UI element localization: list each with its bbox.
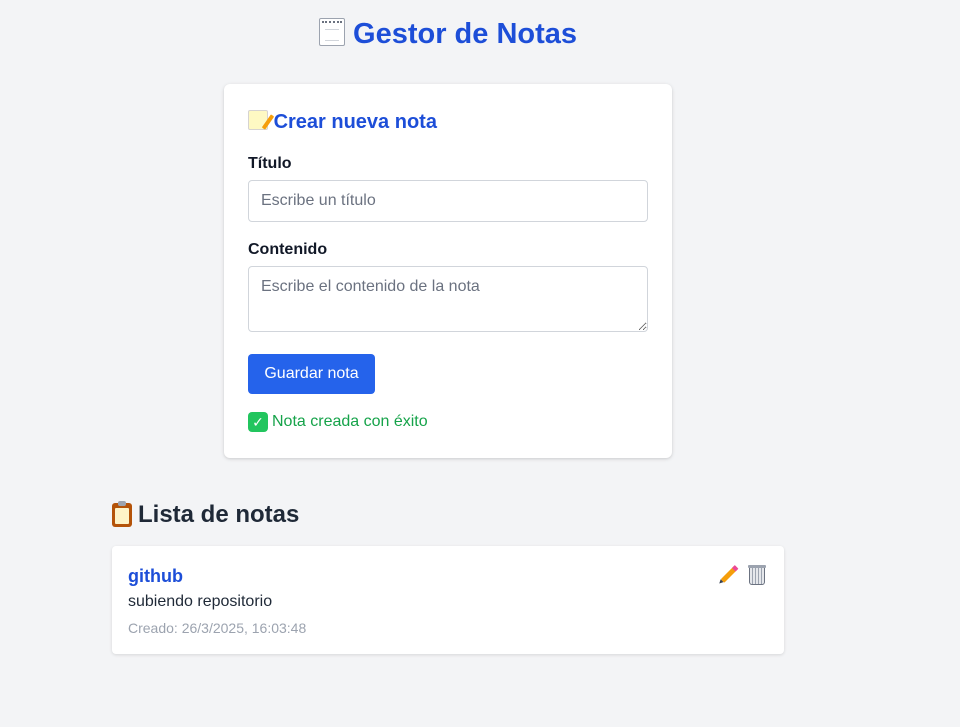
save-note-button[interactable]: Guardar nota — [248, 354, 375, 394]
notes-list-heading: Lista de notas — [112, 500, 299, 530]
page-title: Gestor de Notas — [0, 16, 896, 52]
delete-note-button[interactable] — [746, 564, 768, 586]
check-icon: ✓ — [248, 412, 268, 432]
memo-icon — [248, 110, 268, 130]
create-note-heading: Crear nueva nota — [248, 108, 437, 136]
create-note-card: Crear nueva nota Título Contenido Guarda… — [224, 84, 672, 458]
note-actions — [718, 564, 768, 586]
note-created-date: Creado: 26/3/2025, 16:03:48 — [128, 620, 307, 636]
notepad-icon — [318, 18, 345, 46]
note-content: subiendo repositorio — [128, 593, 273, 610]
clipboard-icon — [112, 501, 132, 527]
pencil-icon — [720, 565, 739, 583]
success-message-text: Nota creada con éxito — [272, 413, 428, 430]
note-title: github — [128, 566, 183, 586]
trash-icon — [748, 565, 766, 585]
title-input[interactable] — [248, 180, 648, 222]
content-label: Contenido — [248, 241, 328, 258]
edit-note-button[interactable] — [718, 564, 740, 586]
create-note-heading-text: Crear nueva nota — [273, 111, 437, 133]
content-textarea[interactable] — [248, 266, 648, 332]
title-label: Título — [248, 155, 292, 172]
success-message: ✓ Nota creada con éxito — [248, 412, 428, 432]
page-title-text: Gestor de Notas — [353, 18, 578, 50]
note-card: github subiendo repositorio Creado: 26/3… — [112, 546, 784, 654]
notes-list-heading-text: Lista de notas — [138, 501, 300, 528]
